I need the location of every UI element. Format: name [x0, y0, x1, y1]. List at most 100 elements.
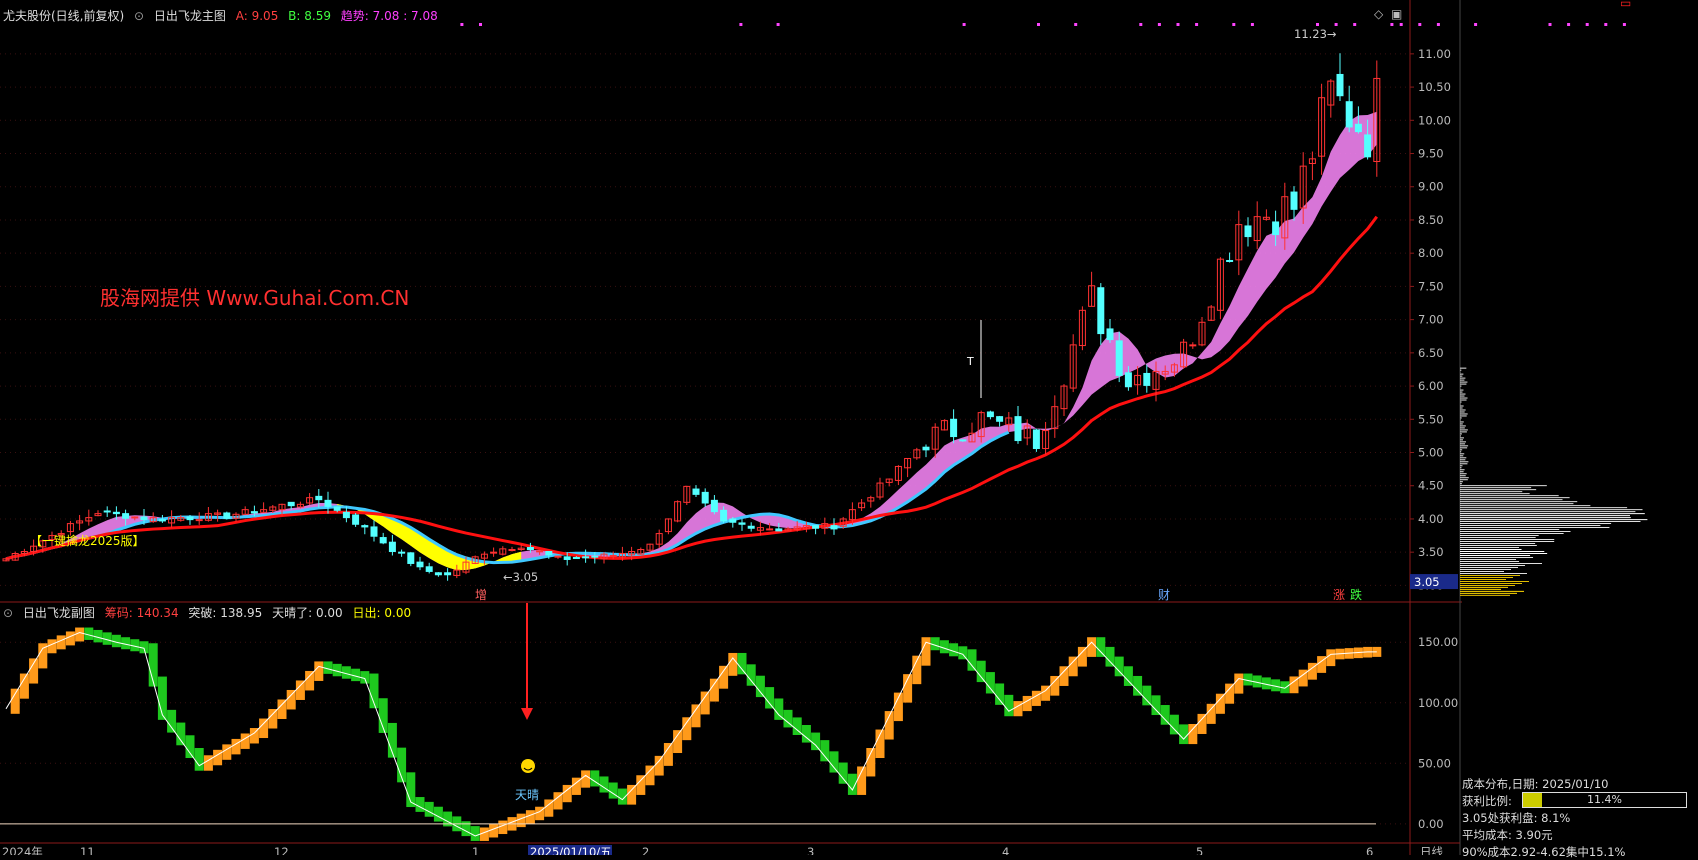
chip-step	[967, 649, 977, 671]
chip-step	[1133, 675, 1143, 696]
candle-body	[131, 516, 139, 519]
y-tick-label: 4.50	[1418, 479, 1444, 493]
mid-line	[5, 430, 1010, 565]
chip-step	[737, 652, 747, 675]
sunrise-value: 日出: 0.00	[352, 606, 412, 620]
chip-step	[314, 661, 324, 681]
y-tick-label: 6.50	[1418, 346, 1444, 360]
candle-body	[1115, 340, 1123, 376]
candle-body	[1032, 429, 1040, 450]
candle-body	[287, 501, 295, 507]
signal-dot	[1074, 23, 1078, 26]
signal-dot	[739, 23, 743, 26]
chip-step	[654, 755, 664, 776]
main-indicator-name[interactable]: 日出飞龙主图	[154, 9, 226, 23]
chip-step	[985, 672, 995, 694]
x-tick-label: 3	[807, 845, 814, 855]
trend-value: 趋势: 7.08 : 7.08	[340, 9, 438, 23]
chip-step	[231, 738, 241, 755]
chip-step	[728, 652, 738, 676]
signal-dot	[1316, 23, 1319, 26]
candle-body	[996, 416, 1004, 422]
candle-body	[490, 551, 498, 554]
chip-step	[719, 665, 729, 689]
candle-body	[582, 556, 590, 559]
close-icon[interactable]: ▭	[1620, 0, 1631, 10]
candle-body	[1106, 328, 1114, 341]
candle-body	[563, 556, 571, 560]
chip-step	[213, 749, 223, 766]
x-tick-label: 6	[1366, 845, 1373, 855]
signal-dot	[1334, 23, 1338, 26]
chip-step	[709, 678, 719, 702]
chip-step	[691, 704, 701, 728]
chip-step	[415, 797, 425, 812]
chip-step	[673, 730, 683, 754]
chip-step	[976, 660, 986, 683]
x-tick-label: 4	[1002, 845, 1009, 855]
chip-step	[1031, 690, 1041, 706]
y-tick-label: 10.50	[1418, 80, 1451, 94]
chip-step	[295, 680, 305, 700]
y-tick-label: 5.00	[1418, 446, 1444, 460]
signal-dot	[1436, 23, 1440, 26]
chip-step	[516, 813, 526, 828]
y-tick-label: 11.00	[1418, 47, 1451, 61]
candle-body	[223, 512, 231, 519]
chart-canvas: 11.0010.5010.009.509.008.508.007.507.006…	[0, 0, 1648, 855]
sub-header: ⊙ 日出飞龙副图 筹码: 140.34 突破: 138.95 天晴了: 0.00…	[3, 604, 417, 621]
candle-body	[747, 525, 755, 529]
chip-step	[19, 673, 29, 699]
avg-cost: 平均成本: 3.90元	[1462, 828, 1553, 842]
x-tick-label: 5	[1196, 845, 1203, 855]
chip-step	[1206, 703, 1216, 724]
chip-step	[1326, 649, 1336, 667]
candle-body	[986, 411, 994, 418]
chip-step	[240, 733, 250, 749]
chip-step	[433, 806, 443, 822]
chip-step	[1096, 637, 1106, 657]
y-tick-label: 4.00	[1418, 512, 1444, 526]
y-tick-label: 8.50	[1418, 213, 1444, 227]
signal-dot	[1622, 23, 1626, 26]
chip-step	[1151, 695, 1161, 716]
chip-step	[176, 722, 186, 746]
candle-body	[407, 552, 415, 564]
candle-body	[692, 488, 700, 495]
chip-step	[75, 627, 85, 642]
chip-step	[268, 709, 278, 729]
chip-step	[1059, 666, 1069, 686]
candle-body	[720, 509, 728, 522]
window-icon[interactable]: ▣	[1391, 7, 1402, 21]
cost-title: 成本分布,日期: 2025/01/10	[1462, 777, 1609, 791]
chip-step	[277, 699, 287, 719]
candle-body	[775, 528, 783, 532]
long-ma-line	[5, 215, 1378, 561]
signal-dot	[1232, 23, 1236, 26]
a-value: A: 9.05	[235, 9, 279, 23]
candle-body	[434, 572, 442, 576]
chip-step	[1169, 714, 1179, 735]
candle-body	[388, 541, 396, 553]
chip-step	[1050, 675, 1060, 696]
trend-band	[6, 111, 1377, 571]
chip-step	[1022, 695, 1032, 712]
sub-indicator-name[interactable]: 日出飞龙副图	[23, 606, 95, 620]
signal-dot	[1548, 23, 1552, 26]
candle-body	[1124, 372, 1132, 388]
chip-step	[995, 683, 1005, 705]
chip-step	[259, 718, 269, 739]
dropdown-icon[interactable]: ⊙	[134, 9, 144, 23]
chip-step	[10, 688, 20, 714]
x-tick-label: 2	[642, 845, 649, 855]
y-tick-label: 9.50	[1418, 147, 1444, 161]
chip-step	[811, 732, 821, 751]
candle-body	[103, 510, 111, 513]
chip-step	[1077, 646, 1087, 667]
candle-body	[352, 514, 360, 525]
chip-step	[1215, 693, 1225, 714]
signal-dot	[776, 23, 780, 26]
dropdown-icon[interactable]: ⊙	[3, 606, 13, 620]
x-tick-label: 1	[472, 845, 479, 855]
diamond-icon[interactable]: ◇	[1374, 7, 1383, 21]
